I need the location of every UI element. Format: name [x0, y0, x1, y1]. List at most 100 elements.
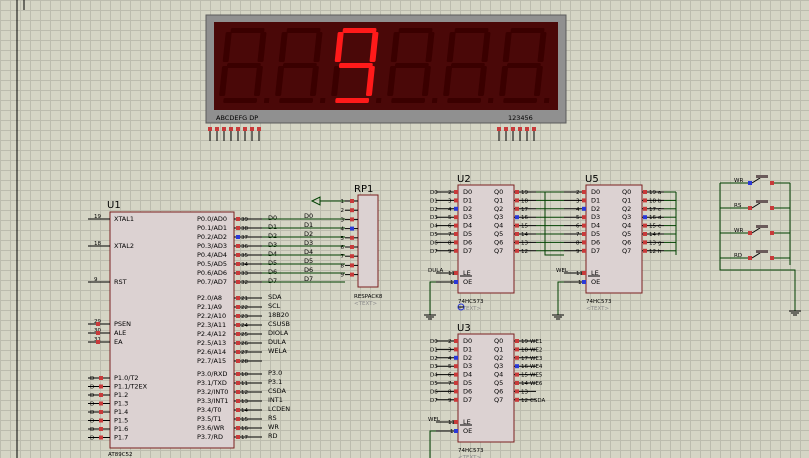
u5-pin-num: 5 [576, 215, 580, 221]
display-seg-pin-marker [250, 127, 254, 131]
u3-pin-name: D0 [463, 337, 472, 345]
u3-pin-marker [515, 339, 519, 343]
segment-d [335, 98, 370, 103]
u1-pin-name: RST [114, 278, 127, 286]
u1-pin-name: P0.2/AD2 [197, 233, 227, 241]
bus-net-label: D4 [304, 248, 313, 256]
u1-net-label: LCDEN [268, 405, 290, 413]
u2-pin-marker [515, 198, 519, 203]
rp1-pin-num: 9 [341, 273, 345, 279]
u2-pin-num: 7 [448, 232, 452, 238]
wire [429, 430, 436, 458]
u1-net-label: SDA [268, 293, 282, 301]
u1-net-label: SCL [268, 302, 281, 310]
u2-pin-name: Q7 [494, 247, 503, 255]
u2-pin-num: 11 [448, 271, 455, 277]
schematic-canvas[interactable]: ABCDEFG DP123456U119XTAL118XTAL29RST29PS… [0, 0, 809, 458]
u5-pin-marker [643, 215, 647, 220]
u2-pin-marker [515, 248, 519, 253]
u1-pin-marker [99, 435, 103, 440]
u3-pin-name: Q1 [494, 345, 503, 353]
switch-pin-marker [770, 181, 774, 185]
u1-pin-marker [236, 390, 240, 394]
u5-pin-marker [582, 215, 586, 220]
u3-pin-marker [454, 397, 458, 402]
switch-contact [751, 177, 761, 184]
u1-pin-num: 28 [241, 359, 248, 365]
u5-pin-name: D7 [591, 247, 600, 255]
u3-pin-marker [454, 372, 458, 377]
switch-contact [751, 227, 761, 234]
u2-net-label: D3 [430, 215, 438, 221]
u5-pin-name: D0 [591, 188, 600, 196]
segment-d [223, 98, 258, 103]
u3-pin-num: 13 [521, 389, 528, 395]
rp1-pin-marker [350, 245, 354, 249]
u1-pin-name: P3.5/T1 [197, 415, 222, 423]
u5-pin-num: 13 [649, 240, 656, 246]
rp1-pin-marker [350, 254, 354, 259]
u1-pin-name: P2.0/A8 [197, 294, 222, 302]
u2-pin-num: 14 [521, 232, 528, 238]
u5-pin-name: Q5 [622, 230, 631, 238]
u5-net-label: e [658, 224, 662, 230]
display-seg-pin-marker [236, 127, 240, 131]
rp1-pin-marker [350, 263, 354, 268]
u2-pin-name: D5 [463, 230, 472, 238]
u3-net-label: D2 [430, 356, 438, 362]
u2-pin-name: Q3 [494, 213, 503, 221]
u5-pin-num: 4 [576, 207, 580, 213]
u1-pin-marker [236, 435, 240, 439]
u1-pin-num: 18 [94, 241, 101, 247]
u1-pin-marker [96, 331, 100, 335]
display-digit-pin-marker [532, 127, 536, 131]
u3-pin-marker [454, 364, 458, 369]
bus-net-label: D6 [304, 266, 313, 274]
u3-pin-marker [454, 381, 458, 385]
display-segment-letters: ABCDEFG DP [216, 114, 258, 122]
u2-pin-num: 2 [448, 190, 452, 196]
u5-pin-num: 14 [649, 232, 656, 238]
switch-button[interactable] [756, 225, 768, 228]
u5-part: 74HC573 [586, 299, 612, 305]
u3-pin-name: D5 [463, 379, 472, 387]
switch-button[interactable] [756, 200, 768, 203]
u1-part: AT89C52 [108, 452, 133, 458]
u2-net-label: D5 [430, 232, 438, 238]
display-digit-pin-marker [511, 127, 515, 131]
u3-pin-marker [515, 372, 519, 377]
u2-pin-marker [454, 223, 458, 228]
rp1-pin-marker [350, 272, 354, 277]
u1-pin-marker [236, 280, 240, 284]
u5-pin-name: D4 [591, 222, 600, 230]
bus-net-label: D2 [304, 230, 313, 238]
u1-pin-marker [96, 322, 100, 326]
u5-pin-name: Q3 [622, 213, 631, 221]
u1-pin-marker [236, 408, 240, 412]
segment-d [391, 98, 426, 103]
u1-pin-num: 10 [241, 372, 248, 378]
u1-pin-marker [99, 401, 103, 406]
rp1-pin-num: 4 [341, 227, 345, 233]
u1-pin-num: 25 [241, 332, 248, 338]
rp1-body[interactable] [357, 194, 379, 288]
u1-pin-num: 12 [241, 390, 248, 396]
switch-contact [751, 202, 761, 209]
u1-pin-name: P1.0/T2 [114, 374, 139, 382]
segment-a [398, 28, 433, 33]
u5-pin-marker [582, 198, 586, 203]
rp1-text: <TEXT> [354, 301, 377, 307]
u2-pin-num: 4 [448, 207, 452, 213]
u3-pin-num: 9 [448, 398, 452, 404]
u3-pin-name: D2 [463, 354, 472, 362]
u1-pin-num: 34 [241, 262, 248, 268]
switch-button[interactable] [756, 250, 768, 253]
u5-pin-marker [643, 198, 647, 203]
u5-net-label: b [658, 198, 662, 204]
u2-pin-marker [515, 232, 519, 236]
u1-pin-marker [236, 226, 240, 230]
switch-button[interactable] [756, 175, 768, 178]
segment-a [510, 28, 545, 33]
u2-net-label: D0 [430, 190, 438, 196]
segment-g [226, 63, 261, 68]
